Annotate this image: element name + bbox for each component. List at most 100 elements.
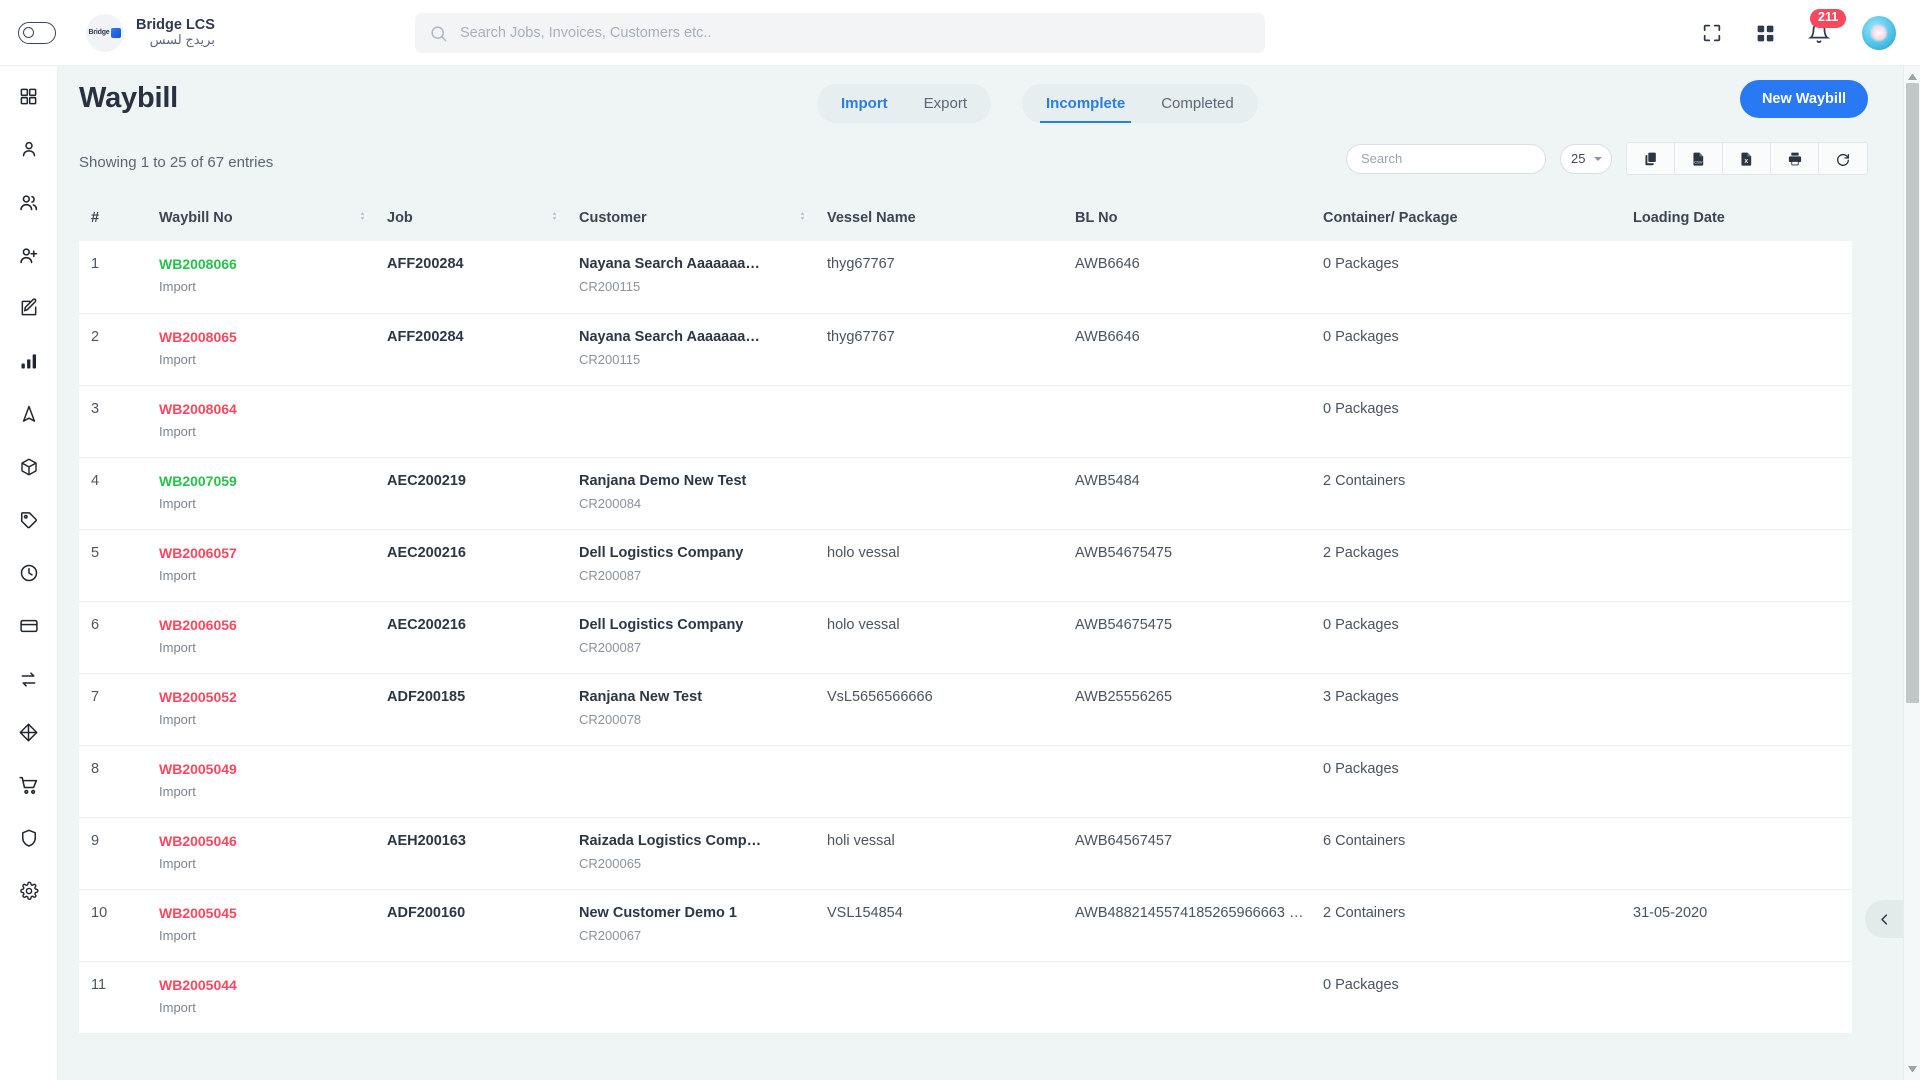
sidebar-item-settings[interactable] [17, 879, 41, 903]
waybill-type: Import [159, 711, 196, 727]
tag-icon [20, 512, 37, 529]
table-row[interactable]: 4 WB2007059 Import AEC200219 Ranjana Demo Ne… [79, 457, 1852, 529]
cell-index: 6 [79, 601, 159, 673]
sidebar-item-transfers[interactable] [17, 667, 41, 691]
sidebar-item-shipments[interactable] [17, 402, 41, 426]
waybill-no-link[interactable]: WB2007059 [159, 473, 377, 489]
direction-tabs: Import Export [817, 84, 992, 123]
entries-summary: Showing 1 to 25 of 67 entries [79, 154, 274, 171]
sidebar-item-payments[interactable] [17, 614, 41, 638]
apps-grid-icon[interactable] [1755, 23, 1776, 44]
cell-bl-no: AWB6646 [1075, 241, 1323, 313]
waybill-no-link[interactable]: WB2008066 [159, 256, 377, 272]
print-button[interactable] [1771, 143, 1819, 174]
page-length-select[interactable]: 25 [1560, 143, 1612, 174]
avatar[interactable] [1862, 16, 1896, 50]
cell-bl-no: AWB54675475 [1075, 529, 1323, 601]
sidebar-item-history[interactable] [17, 561, 41, 585]
sidebar-item-add-user[interactable] [17, 243, 41, 267]
sidebar-item-reports[interactable] [17, 349, 41, 373]
cell-index: 3 [79, 385, 159, 457]
sidebar-item-purchase[interactable] [17, 773, 41, 797]
waybill-no-link[interactable]: WB2008065 [159, 329, 377, 345]
copy-button[interactable] [1627, 143, 1675, 174]
notifications-button[interactable]: 211 [1808, 9, 1847, 44]
cell-job [387, 745, 579, 817]
waybill-no-link[interactable]: WB2005052 [159, 689, 377, 705]
table-row[interactable]: 8 WB2005049 Import 0 Packages [79, 745, 1852, 817]
waybill-table: # Waybill No Job Customer Vessel Name BL… [79, 194, 1852, 1033]
cell-vessel-name [827, 745, 1075, 817]
scroll-down-arrow-icon[interactable] [1908, 1066, 1917, 1075]
container-package: 2 Containers [1323, 904, 1406, 921]
table-row[interactable]: 7 WB2005052 Import ADF200185 Ranjana New Tes… [79, 673, 1852, 745]
csv-export-button[interactable]: CSV [1675, 143, 1723, 174]
waybill-type: Import [159, 639, 196, 655]
refresh-button[interactable] [1819, 143, 1867, 174]
scroll-up-arrow-icon[interactable] [1908, 71, 1917, 80]
scrollbar-thumb[interactable] [1906, 83, 1919, 703]
waybill-type: Import [159, 999, 196, 1015]
sidebar-item-security[interactable] [17, 826, 41, 850]
new-waybill-button[interactable]: New Waybill [1739, 80, 1868, 118]
collapse-panel-button[interactable] [1865, 900, 1903, 938]
waybill-no-link[interactable]: WB2006057 [159, 545, 377, 561]
column-customer[interactable]: Customer [579, 194, 827, 241]
customer-name: Nayana Search Aaaaaaaaaaaaa… [579, 328, 765, 345]
waybill-no-link[interactable]: WB2005046 [159, 833, 377, 849]
table-row[interactable]: 1 WB2008066 Import AFF200284 Nayana Search A… [79, 241, 1852, 313]
table-row[interactable]: 11 WB2005044 Import 0 Packages [79, 961, 1852, 1033]
sort-icon[interactable] [798, 210, 807, 226]
global-search-input[interactable] [460, 25, 1251, 41]
sort-icon[interactable] [550, 210, 559, 226]
sidebar-item-dashboard[interactable] [17, 84, 41, 108]
cell-waybill-no: WB2008066 Import [159, 241, 387, 313]
waybill-no-link[interactable]: WB2008064 [159, 401, 377, 417]
tab-import[interactable]: Import [823, 84, 906, 123]
brand[interactable]: Bridge Bridge LCS بريدج لسس [86, 13, 215, 52]
cell-customer [579, 385, 827, 457]
waybill-no-link[interactable]: WB2006056 [159, 617, 377, 633]
table-row[interactable]: 6 WB2006056 Import AEC200216 Dell Logistics … [79, 601, 1852, 673]
tab-export[interactable]: Export [906, 84, 985, 123]
bl-no: AWB25556265 [1075, 688, 1173, 705]
cell-loading-date: 31-05-2020 [1633, 889, 1852, 961]
page-length-wrapper: 25 [1560, 143, 1612, 174]
column-job[interactable]: Job [387, 194, 579, 241]
cell-waybill-no: WB2007059 Import [159, 457, 387, 529]
waybill-no-link[interactable]: WB2005045 [159, 905, 377, 921]
sidebar-item-inventory[interactable] [17, 720, 41, 744]
cell-waybill-no: WB2005044 Import [159, 961, 387, 1033]
column-bl-no: BL No [1075, 210, 1118, 226]
page-header: Waybill Import Export Incomplete Complet… [57, 66, 1908, 136]
cell-bl-no [1075, 385, 1323, 457]
tab-completed[interactable]: Completed [1143, 84, 1252, 123]
fullscreen-icon[interactable] [1701, 22, 1723, 44]
bl-no: AWB6646 [1075, 328, 1140, 345]
sidebar-item-users[interactable] [17, 190, 41, 214]
sidebar-item-edit[interactable] [17, 296, 41, 320]
sidebar-item-user[interactable] [17, 137, 41, 161]
cell-job: AFF200284 [387, 313, 579, 385]
vertical-scrollbar[interactable] [1903, 66, 1920, 1080]
global-search[interactable] [415, 13, 1265, 53]
sidebar-toggle[interactable] [18, 21, 56, 44]
table-search-input[interactable] [1346, 143, 1546, 174]
table-row[interactable]: 2 WB2008065 Import AFF200284 Nayana Search A… [79, 313, 1852, 385]
cell-container-package: 0 Packages [1323, 241, 1633, 313]
customer-name: Dell Logistics Company [579, 616, 744, 633]
table-row[interactable]: 5 WB2006057 Import AEC200216 Dell Logistics … [79, 529, 1852, 601]
table-row[interactable]: 9 WB2005046 Import AEH200163 Raizada Logisti… [79, 817, 1852, 889]
sort-icon[interactable] [358, 210, 367, 226]
column-waybill-no[interactable]: Waybill No [159, 194, 387, 241]
sidebar-item-tariff[interactable] [17, 508, 41, 532]
sidebar-item-packages[interactable] [17, 455, 41, 479]
table-row[interactable]: 10 WB2005045 Import ADF200160 New Customer D… [79, 889, 1852, 961]
cell-customer: Ranjana Demo New Test CR200084 [579, 457, 827, 529]
waybill-no-link[interactable]: WB2005044 [159, 977, 377, 993]
excel-export-button[interactable]: X [1723, 143, 1771, 174]
tab-incomplete[interactable]: Incomplete [1028, 84, 1143, 123]
table-row[interactable]: 3 WB2008064 Import 0 Packages [79, 385, 1852, 457]
waybill-no-link[interactable]: WB2005049 [159, 761, 377, 777]
waybill-type: Import [159, 783, 196, 799]
